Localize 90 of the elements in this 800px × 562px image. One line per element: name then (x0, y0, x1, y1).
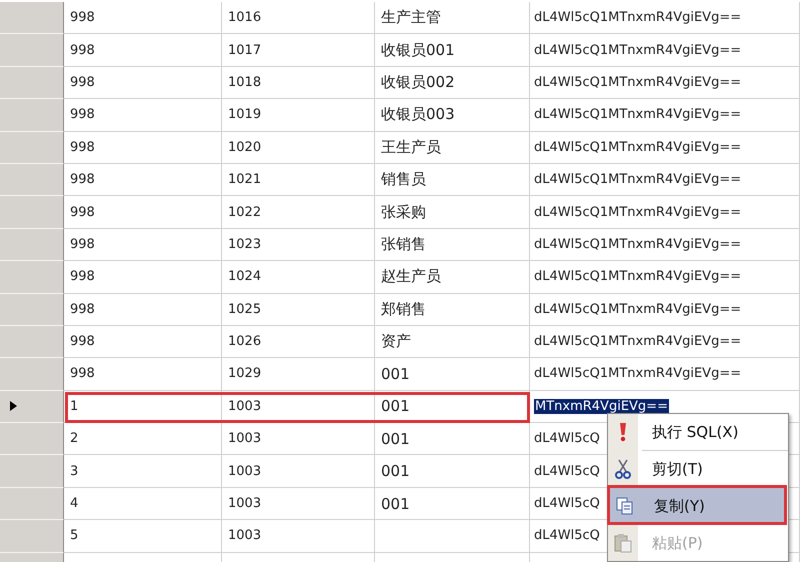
table-cell: 998 (64, 358, 222, 391)
menu-item[interactable]: 剪切(T) (608, 451, 788, 487)
table-cell: 收银员003 (375, 99, 530, 132)
menu-item[interactable]: 执行 SQL(X) (608, 414, 788, 450)
table-cell: 1026 (222, 326, 375, 358)
table-cell: 1024 (222, 261, 375, 294)
table-cell: 001 (375, 390, 530, 424)
table-cell: 998 (64, 66, 222, 100)
table-cell: 生产主管 (375, 2, 530, 34)
table-cell: 销售员 (375, 164, 530, 196)
row-header[interactable] (0, 488, 64, 520)
row-header[interactable] (0, 294, 64, 326)
table-cell: 1021 (222, 164, 375, 196)
table-cell: 001 (375, 455, 530, 488)
table-cell: dL4Wl5cQ1MTnxmR4VgiEVg== (534, 10, 742, 26)
table-cell: 1029 (222, 358, 375, 391)
table-cell: 998 (64, 99, 222, 132)
table-cell: dL4Wl5cQ1MTnxmR4VgiEVg== (534, 302, 742, 317)
table-cell: 5 (64, 520, 222, 553)
table-cell: 1003 (222, 488, 375, 520)
table-cell: dL4Wl5cQ1MTnxmR4VgiEVg== (534, 74, 742, 90)
table-cell: 1017 (222, 34, 375, 67)
table-cell: 1020 (222, 132, 375, 164)
table-cell: 4 (64, 488, 222, 520)
row-header[interactable] (0, 99, 64, 132)
table-cell: 1023 (222, 228, 375, 262)
exclamation-icon (618, 422, 628, 442)
table-cell: dL4Wl5cQ1MTnxmR4VgiEVg== (534, 236, 742, 252)
table-cell: 收银员002 (375, 66, 530, 100)
table-cell: dL4Wl5cQ1MTnxmR4VgiEVg== (534, 42, 742, 58)
table-cell: 001 (375, 488, 530, 520)
table-cell: 001 (375, 358, 530, 391)
table-cell: dL4Wl5cQ1MTnxmR4VgiEVg== (534, 366, 742, 382)
row-header[interactable] (0, 196, 64, 229)
table-cell: 赵生产员 (375, 261, 530, 294)
table-cell: 1 (64, 390, 222, 424)
table-cell: dL4Wl5cQ1MTnxmR4VgiEVg== (534, 140, 742, 155)
table-cell: 001 (375, 423, 530, 456)
row-header[interactable] (0, 390, 64, 424)
table-cell: 1022 (222, 196, 375, 229)
selected-text[interactable]: MTnxmR4VgiEVg== (534, 398, 669, 414)
copy-icon (616, 497, 634, 515)
row-header[interactable] (0, 34, 64, 67)
table-cell: 998 (64, 132, 222, 164)
row-header[interactable] (0, 326, 64, 358)
table-cell: dL4Wl5cQ1MTnxmR4VgiEVg== (534, 204, 742, 220)
table-cell: 998 (64, 164, 222, 196)
table-cell: 1019 (222, 99, 375, 132)
table-cell: 收银员001 (375, 34, 530, 67)
table-cell: dL4Wl5cQ (534, 431, 600, 446)
table-cell: 998 (64, 326, 222, 358)
table-cell: 王生产员 (375, 132, 530, 164)
row-header[interactable] (0, 261, 64, 294)
table-cell: dL4Wl5cQ1MTnxmR4VgiEVg== (534, 269, 742, 284)
table-cell: 1016 (222, 2, 375, 34)
table-cell: dL4Wl5cQ1MTnxmR4VgiEVg== (534, 334, 742, 350)
table-cell: 998 (64, 2, 222, 34)
row-header[interactable] (0, 132, 64, 164)
row-header[interactable] (0, 164, 64, 196)
row-header[interactable] (0, 2, 64, 34)
table-cell: 3 (64, 455, 222, 488)
table-cell: 998 (64, 294, 222, 326)
row-header[interactable] (0, 358, 64, 391)
row-header[interactable] (0, 66, 64, 100)
row-header[interactable] (0, 423, 64, 456)
table-cell: 1003 (222, 390, 375, 424)
table-cell: 资产 (375, 326, 530, 358)
table-cell: 998 (64, 34, 222, 67)
table-cell: 郑销售 (375, 294, 530, 326)
table-cell: 张销售 (375, 228, 530, 262)
table-cell: 张采购 (375, 196, 530, 229)
cut-icon (615, 459, 631, 479)
row-header[interactable] (0, 455, 64, 488)
table-cell: 1003 (222, 455, 375, 488)
table-cell: 1003 (222, 423, 375, 456)
table-cell: 1018 (222, 66, 375, 100)
table-cell: 2 (64, 423, 222, 456)
paste-icon (614, 533, 632, 553)
row-header[interactable] (0, 228, 64, 262)
table-cell: dL4Wl5cQ (534, 496, 600, 512)
table-cell: dL4Wl5cQ (534, 528, 600, 544)
table-cell: 998 (64, 261, 222, 294)
table-cell: 1025 (222, 294, 375, 326)
row-header[interactable] (0, 520, 64, 553)
table-cell: 998 (64, 196, 222, 229)
table-cell: 1003 (222, 520, 375, 553)
table-cell: dL4Wl5cQ1MTnxmR4VgiEVg== (534, 107, 742, 122)
table-cell: dL4Wl5cQ (534, 464, 600, 479)
table-cell: dL4Wl5cQ1MTnxmR4VgiEVg== (534, 172, 742, 188)
table-cell: 998 (64, 228, 222, 262)
